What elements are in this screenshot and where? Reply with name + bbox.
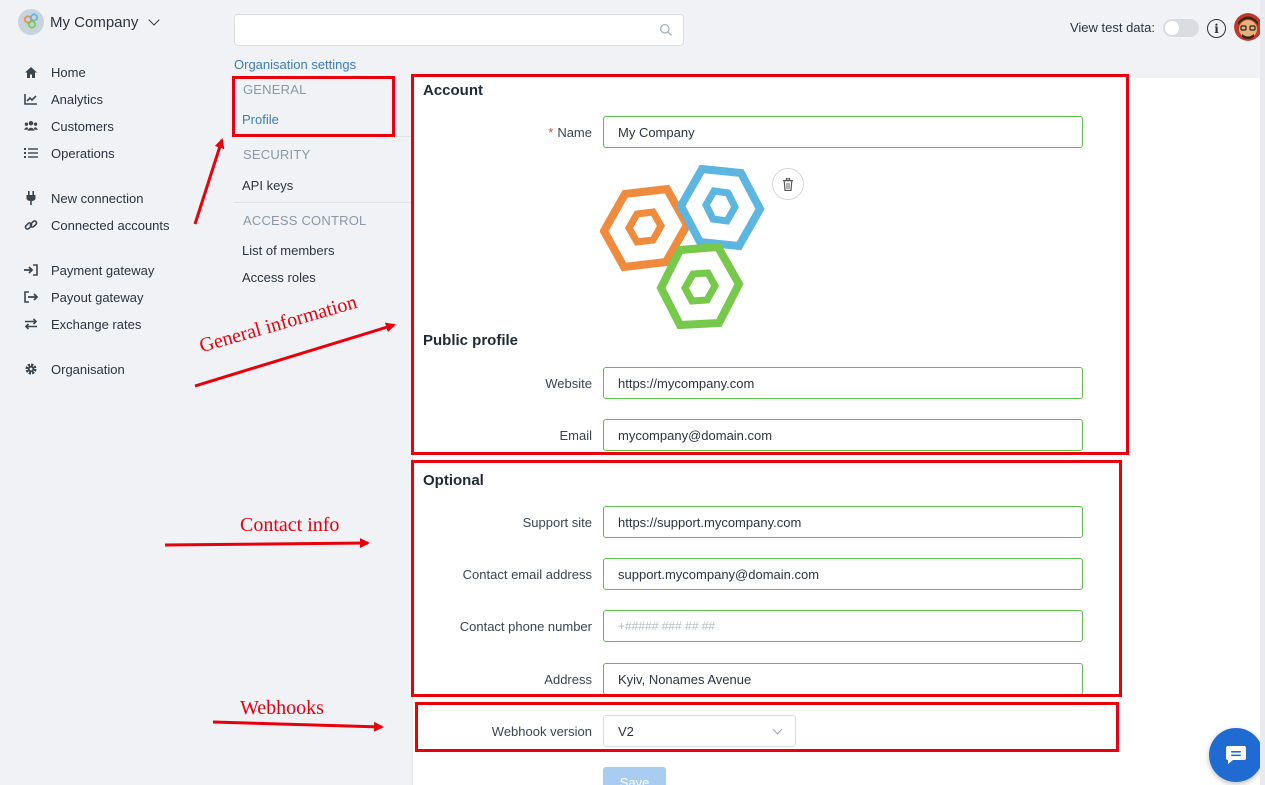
sidebar-item-label: Organisation [51, 361, 125, 377]
search-icon [659, 23, 672, 36]
sidebar-item-organisation[interactable]: Organisation [24, 358, 125, 380]
breadcrumb[interactable]: Organisation settings [234, 57, 356, 72]
chevron-down-icon[interactable] [148, 14, 161, 26]
info-icon[interactable]: i [1207, 19, 1226, 38]
link-icon [24, 218, 38, 232]
sidebar-item-label: New connection [51, 190, 144, 206]
chart-line-icon [24, 92, 38, 106]
divider [234, 202, 412, 203]
search-input[interactable] [234, 14, 684, 46]
annotation-box-contact-info [411, 460, 1122, 697]
annotation-box-general-info [411, 74, 1129, 455]
annotation-box-webhooks [415, 702, 1119, 752]
annotation-contact-info: Contact info [240, 514, 340, 536]
save-button[interactable]: Save [603, 767, 666, 785]
toggle-knob [1165, 21, 1179, 35]
plug-icon [24, 191, 38, 205]
sidebar-item-payout-gateway[interactable]: Payout gateway [24, 286, 144, 308]
sign-out-icon [24, 290, 38, 304]
sidebar-item-exchange-rates[interactable]: Exchange rates [24, 313, 141, 335]
sidebar-item-label: Analytics [51, 91, 104, 107]
sidebar-item-analytics[interactable]: Analytics [24, 88, 103, 110]
test-data-toggle[interactable] [1163, 19, 1199, 37]
avatar[interactable] [1234, 13, 1262, 41]
annotation-webhooks: Webhooks [240, 697, 324, 719]
company-name[interactable]: My Company [50, 14, 138, 31]
users-icon [24, 119, 38, 133]
chat-icon [1226, 746, 1246, 764]
sidebar-item-connected-accounts[interactable]: Connected accounts [24, 214, 170, 236]
gear-icon [24, 362, 38, 376]
sidebar-item-label: Payout gateway [51, 289, 144, 305]
sidebar-item-operations[interactable]: Operations [24, 142, 115, 164]
chat-button[interactable] [1209, 728, 1263, 782]
sidebar-item-home[interactable]: Home [24, 61, 86, 83]
list-icon [24, 146, 38, 160]
sidebar-item-label: Payment gateway [51, 262, 155, 278]
settings-item-access-roles[interactable]: Access roles [242, 270, 316, 285]
annotation-box-profile [232, 76, 395, 137]
sign-in-icon [24, 263, 38, 277]
exchange-icon [24, 317, 38, 331]
sidebar-item-label: Operations [51, 145, 115, 161]
sidebar-item-label: Customers [51, 118, 114, 134]
sidebar-item-label: Connected accounts [51, 217, 170, 233]
sidebar-item-label: Exchange rates [51, 316, 142, 332]
user-avatar-icon [1234, 13, 1262, 41]
sidebar-item-payment-gateway[interactable]: Payment gateway [24, 259, 154, 281]
company-logo-icon [18, 9, 44, 35]
settings-item-api-keys[interactable]: API keys [242, 178, 293, 193]
view-test-data-label: View test data: [1069, 20, 1155, 35]
settings-item-list-of-members[interactable]: List of members [242, 243, 334, 258]
sidebar-item-customers[interactable]: Customers [24, 115, 114, 137]
sidebar-item-label: Home [51, 64, 86, 80]
home-icon [24, 65, 38, 79]
sidebar-item-new-connection[interactable]: New connection [24, 187, 144, 209]
section-security: SECURITY [243, 147, 311, 162]
company-switcher[interactable]: My Company [18, 8, 161, 36]
scrollbar[interactable] [1260, 0, 1265, 785]
section-access-control: ACCESS CONTROL [243, 213, 367, 228]
